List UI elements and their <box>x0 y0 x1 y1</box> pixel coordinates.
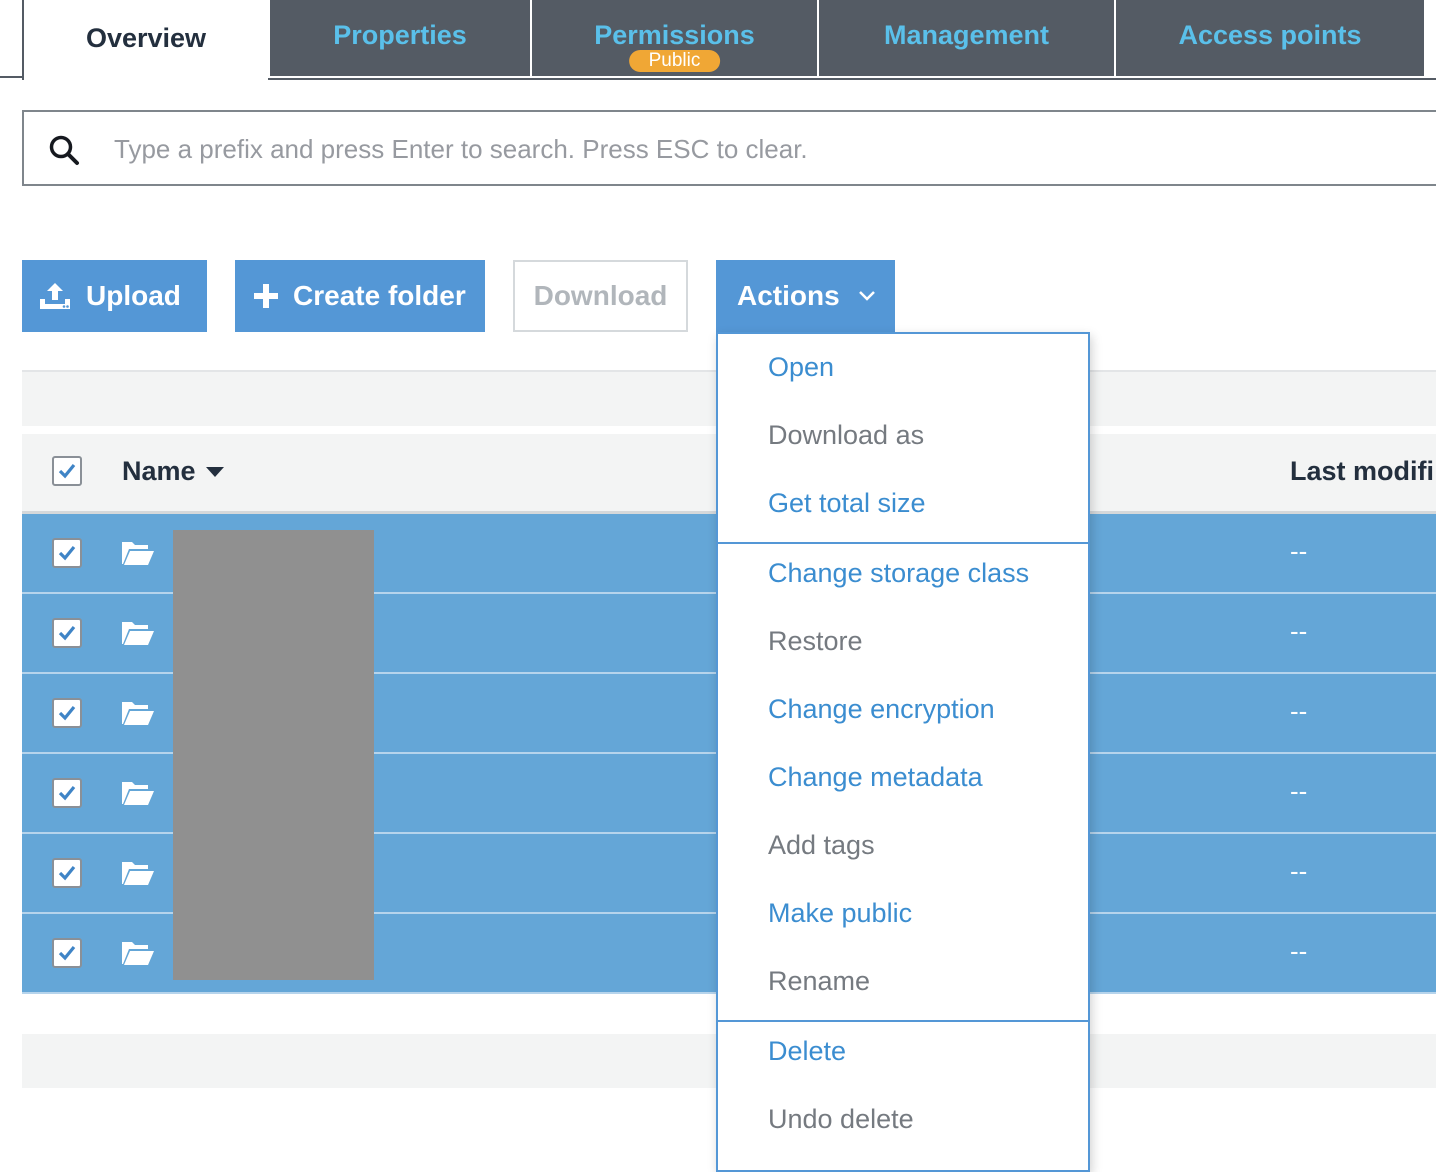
upload-button[interactable]: Upload <box>22 260 207 332</box>
upload-icon <box>38 281 72 311</box>
row-checkbox[interactable] <box>52 538 82 568</box>
tab-baseline <box>268 78 1436 80</box>
tab-access-points[interactable]: Access points <box>1116 0 1424 76</box>
sort-caret-icon <box>205 466 224 477</box>
download-button[interactable]: Download <box>513 260 688 332</box>
row-last-modified: -- <box>1290 536 1308 566</box>
menu-item-delete[interactable]: Delete <box>768 1036 846 1067</box>
tab-label: Management <box>883 19 1050 50</box>
chevron-down-icon <box>858 290 876 302</box>
menu-item-open[interactable]: Open <box>768 352 834 383</box>
menu-item-download-as[interactable]: Download as <box>768 420 924 451</box>
menu-item-change-metadata[interactable]: Change metadata <box>768 762 983 793</box>
row-checkbox[interactable] <box>52 618 82 648</box>
menu-divider <box>718 1020 1088 1022</box>
row-checkbox[interactable] <box>52 938 82 968</box>
row-last-modified: -- <box>1290 856 1308 886</box>
menu-item-change-encryption[interactable]: Change encryption <box>768 694 995 725</box>
menu-item-get-total-size[interactable]: Get total size <box>768 488 926 519</box>
menu-item-restore[interactable]: Restore <box>768 626 863 657</box>
public-badge: Public <box>628 50 721 72</box>
folder-icon <box>120 538 156 573</box>
upload-label: Upload <box>86 280 181 311</box>
tab-label: Access points <box>1178 19 1362 50</box>
row-checkbox[interactable] <box>52 858 82 888</box>
redacted-names <box>173 530 374 980</box>
actions-dropdown-menu: Open Download as Get total size Change stor… <box>716 332 1090 1172</box>
row-last-modified: -- <box>1290 776 1308 806</box>
tab-permissions[interactable]: Permissions Public <box>532 0 817 76</box>
search-input[interactable] <box>112 126 1316 172</box>
create-folder-button[interactable]: Create folder <box>235 260 485 332</box>
select-all-checkbox[interactable] <box>52 456 82 486</box>
folder-icon <box>120 618 156 653</box>
plus-icon <box>253 283 279 309</box>
folder-icon <box>120 698 156 733</box>
actions-button[interactable]: Actions <box>716 260 895 332</box>
menu-item-add-tags[interactable]: Add tags <box>768 830 875 861</box>
row-last-modified: -- <box>1290 696 1308 726</box>
row-last-modified: -- <box>1290 936 1308 966</box>
menu-item-change-storage-class[interactable]: Change storage class <box>768 558 1029 589</box>
tab-label: Properties <box>333 19 467 50</box>
tab-bar: Overview Properties Permissions Public M… <box>0 0 1436 80</box>
menu-item-undo-delete[interactable]: Undo delete <box>768 1104 914 1135</box>
actions-label: Actions <box>737 280 840 311</box>
folder-icon <box>120 938 156 973</box>
create-folder-label: Create folder <box>293 280 466 311</box>
tab-management[interactable]: Management <box>819 0 1114 76</box>
menu-item-make-public[interactable]: Make public <box>768 898 912 929</box>
last-modified-column-header[interactable]: Last modifi <box>1290 456 1434 487</box>
tab-properties[interactable]: Properties <box>270 0 530 76</box>
folder-icon <box>120 858 156 893</box>
row-last-modified: -- <box>1290 616 1308 646</box>
tab-bar-edge <box>0 0 24 80</box>
download-label: Download <box>533 280 668 311</box>
row-checkbox[interactable] <box>52 778 82 808</box>
search-box[interactable] <box>22 110 1436 186</box>
name-column-label: Name <box>122 456 196 486</box>
search-icon <box>48 134 80 166</box>
row-checkbox[interactable] <box>52 698 82 728</box>
tab-overview[interactable]: Overview <box>24 0 268 76</box>
tab-label: Permissions <box>594 19 755 50</box>
folder-icon <box>120 778 156 813</box>
menu-item-rename[interactable]: Rename <box>768 966 870 997</box>
menu-divider <box>718 542 1088 544</box>
name-column-header[interactable]: Name <box>122 456 224 487</box>
tab-label: Overview <box>85 22 207 53</box>
